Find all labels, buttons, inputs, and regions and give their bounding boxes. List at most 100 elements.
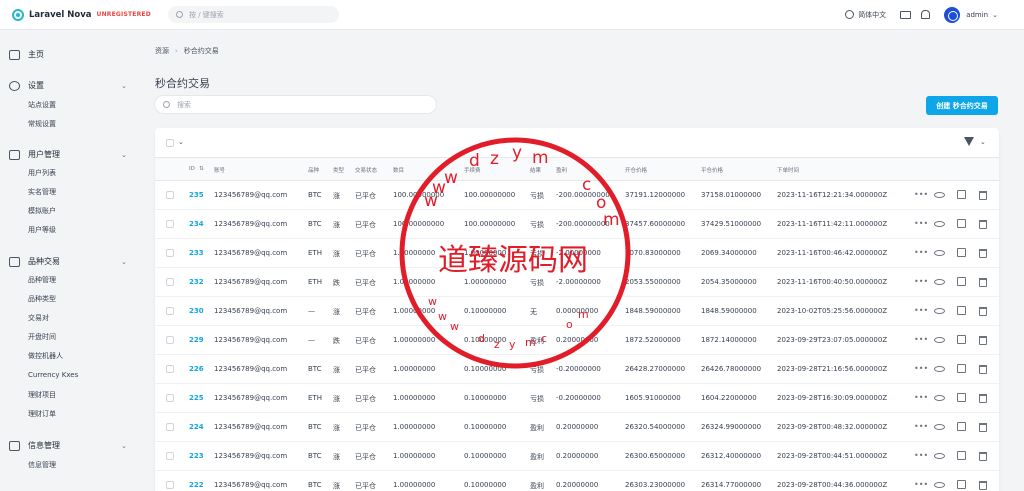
more-actions-icon[interactable]: ••• (914, 480, 928, 489)
more-actions-icon[interactable]: ••• (914, 393, 928, 402)
view-eye-icon[interactable] (934, 395, 945, 401)
view-eye-icon[interactable] (934, 192, 945, 198)
view-eye-icon[interactable] (934, 279, 945, 285)
view-eye-icon[interactable] (934, 482, 945, 488)
table-row[interactable]: 233 123456789@qq.com ETH 涨 已平仓 1.00000000 1.00… (155, 239, 999, 268)
edit-icon[interactable] (957, 277, 966, 286)
view-eye-icon[interactable] (934, 250, 945, 256)
row-checkbox[interactable] (166, 307, 174, 315)
trash-icon[interactable] (979, 336, 987, 345)
edit-icon[interactable] (957, 422, 966, 431)
resource-search-input[interactable]: 搜索 (155, 96, 436, 113)
trash-icon[interactable] (979, 220, 987, 229)
breadcrumb-root[interactable]: 资源 (155, 47, 169, 55)
sidebar-item-products[interactable]: 品种管理 (28, 275, 56, 285)
more-actions-icon[interactable]: ••• (914, 451, 928, 460)
trash-icon[interactable] (979, 481, 987, 490)
select-all-checkbox[interactable] (166, 139, 174, 147)
table-row[interactable]: 229 123456789@qq.com — 跌 已平仓 1.00000000 0.1000… (155, 326, 999, 355)
view-eye-icon[interactable] (934, 424, 945, 430)
more-actions-icon[interactable]: ••• (914, 190, 928, 199)
row-checkbox[interactable] (166, 278, 174, 286)
brand[interactable]: Laravel Nova UNREGISTERED (12, 8, 154, 21)
trash-icon[interactable] (979, 423, 987, 432)
cell-id[interactable]: 223 (189, 452, 204, 460)
sidebar-item-home[interactable]: 主页 (9, 49, 127, 60)
more-actions-icon[interactable]: ••• (914, 422, 928, 431)
trash-icon[interactable] (979, 278, 987, 287)
row-checkbox[interactable] (166, 249, 174, 257)
row-checkbox[interactable] (166, 481, 174, 489)
sidebar-item-product-types[interactable]: 品种类型 (28, 294, 56, 304)
user-name[interactable]: admin (966, 11, 988, 19)
table-row[interactable]: 225 123456789@qq.com ETH 涨 已平仓 1.00000000 0.10… (155, 384, 999, 413)
edit-icon[interactable] (957, 219, 966, 228)
chevron-down-icon[interactable]: ⌄ (980, 138, 986, 146)
sidebar-item-open-hours[interactable]: 开盘时间 (28, 332, 56, 342)
edit-icon[interactable] (957, 335, 966, 344)
trash-icon[interactable] (979, 191, 987, 200)
avatar[interactable] (944, 6, 961, 23)
create-button[interactable]: 创建 秒合约交易 (926, 96, 998, 115)
sidebar-item-demo-accounts[interactable]: 模拟账户 (28, 206, 56, 216)
table-row[interactable]: 226 123456789@qq.com BTC 涨 已平仓 1.00000000 0.10… (155, 355, 999, 384)
table-row[interactable]: 230 123456789@qq.com — 涨 已平仓 1.00000000 0.1000… (155, 297, 999, 326)
sidebar-item-finance-orders[interactable]: 理财订单 (28, 409, 56, 419)
cell-id[interactable]: 235 (189, 191, 204, 199)
sidebar-item-site-settings[interactable]: 站点设置 (28, 100, 56, 110)
edit-icon[interactable] (957, 248, 966, 257)
cell-id[interactable]: 226 (189, 365, 204, 373)
sidebar-group-users[interactable]: 用户管理 ⌄ (9, 149, 127, 160)
more-actions-icon[interactable]: ••• (914, 364, 928, 373)
sidebar-item-finance-projects[interactable]: 理财项目 (28, 390, 56, 400)
view-eye-icon[interactable] (934, 337, 945, 343)
sidebar-group-trading[interactable]: 品种交易 ⌄ (9, 256, 127, 267)
row-checkbox[interactable] (166, 336, 174, 344)
chevron-down-icon[interactable]: ⌄ (992, 11, 998, 19)
chevron-down-icon[interactable]: ⌄ (178, 138, 184, 146)
table-row[interactable]: 234 123456789@qq.com BTC 涨 已平仓 100.00000000 10… (155, 210, 999, 239)
sidebar-item-pairs[interactable]: 交易对 (28, 313, 49, 323)
view-eye-icon[interactable] (934, 366, 945, 372)
row-checkbox[interactable] (166, 365, 174, 373)
more-actions-icon[interactable]: ••• (914, 335, 928, 344)
table-row[interactable]: 224 123456789@qq.com BTC 涨 已平仓 1.00000000 0.10… (155, 413, 999, 442)
monitor-icon[interactable] (900, 10, 912, 19)
trash-icon[interactable] (979, 365, 987, 374)
sort-icon[interactable]: ⇅ (199, 166, 204, 172)
table-row[interactable]: 235 123456789@qq.com BTC 涨 已平仓 100.00000000 10… (155, 181, 999, 210)
cell-id[interactable]: 229 (189, 336, 204, 344)
sidebar-item-general-settings[interactable]: 常规设置 (28, 119, 56, 129)
edit-icon[interactable] (957, 480, 966, 489)
sidebar-group-messages[interactable]: 信息管理 ⌄ (9, 440, 127, 451)
sidebar-item-user-list[interactable]: 用户列表 (28, 168, 56, 178)
edit-icon[interactable] (957, 306, 966, 315)
row-checkbox[interactable] (166, 394, 174, 402)
sidebar-item-kyc[interactable]: 实名管理 (28, 187, 56, 197)
more-actions-icon[interactable]: ••• (914, 219, 928, 228)
trash-icon[interactable] (979, 307, 987, 316)
more-actions-icon[interactable]: ••• (914, 248, 928, 257)
trash-icon[interactable] (979, 394, 987, 403)
cell-id[interactable]: 234 (189, 220, 204, 228)
table-row[interactable]: 232 123456789@qq.com ETH 跌 已平仓 1.00000000 1.00… (155, 268, 999, 297)
table-row[interactable]: 222 123456789@qq.com BTC 涨 已平仓 1.00000000 0.10… (155, 471, 999, 491)
bell-icon[interactable] (921, 10, 931, 19)
row-checkbox[interactable] (166, 452, 174, 460)
column-header-id[interactable]: ID (189, 166, 195, 172)
global-search-input[interactable]: 按 / 键搜索 (168, 6, 339, 23)
sidebar-item-messages[interactable]: 信息管理 (28, 460, 56, 470)
table-row[interactable]: 223 123456789@qq.com BTC 涨 已平仓 1.00000000 0.10… (155, 442, 999, 471)
trash-icon[interactable] (979, 249, 987, 258)
row-checkbox[interactable] (166, 423, 174, 431)
row-checkbox[interactable] (166, 191, 174, 199)
sidebar-item-currency-kxes[interactable]: Currency Kxes (28, 371, 78, 379)
row-checkbox[interactable] (166, 220, 174, 228)
view-eye-icon[interactable] (934, 221, 945, 227)
cell-id[interactable]: 233 (189, 249, 204, 257)
edit-icon[interactable] (957, 451, 966, 460)
cell-id[interactable]: 230 (189, 307, 204, 315)
edit-icon[interactable] (957, 364, 966, 373)
sidebar-item-robots[interactable]: 做控机器人 (28, 351, 63, 361)
language-switcher[interactable]: 简体中文 (845, 10, 886, 20)
